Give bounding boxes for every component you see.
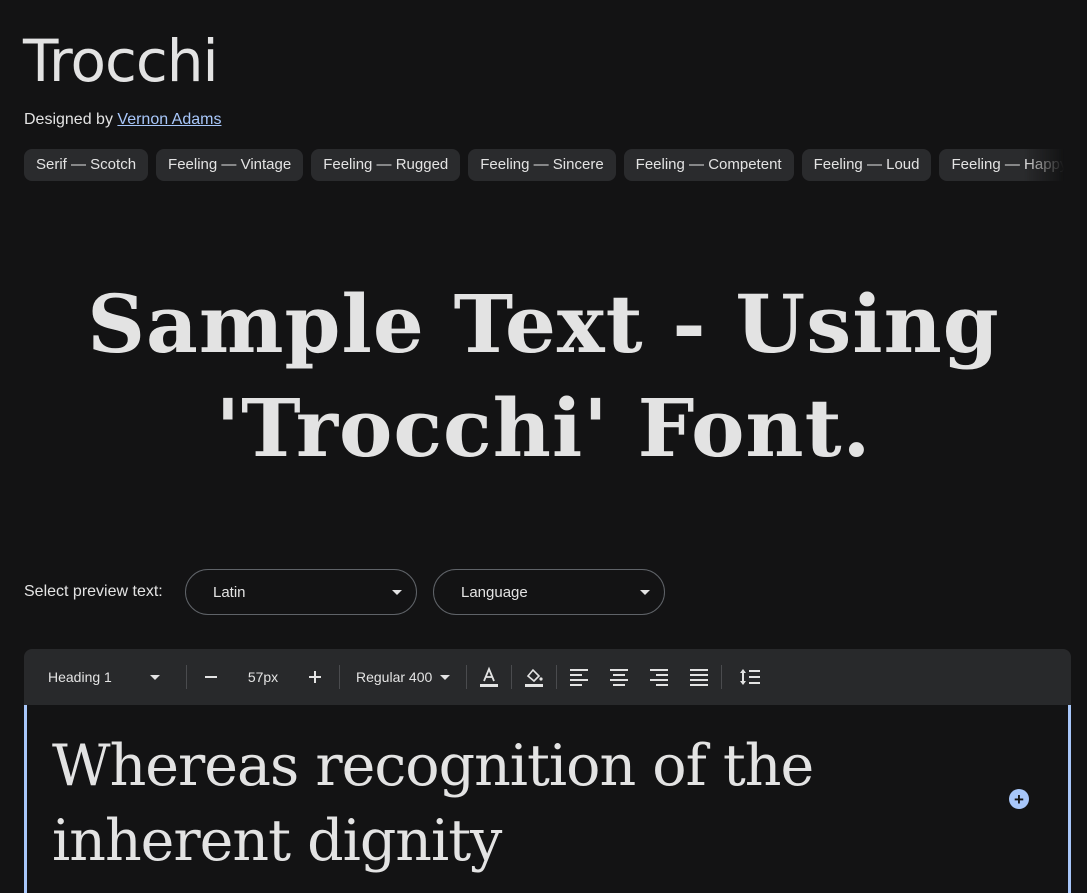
divider bbox=[556, 665, 558, 689]
sample-line: Sample Text - Using bbox=[87, 277, 1000, 371]
align-right-button[interactable] bbox=[639, 657, 679, 697]
plus-icon bbox=[309, 671, 321, 683]
editor-line: inherent dignity bbox=[52, 808, 502, 874]
editor-toolbar: Heading 1 57px Regular 400 bbox=[24, 649, 1071, 705]
designer-line: Designed by Vernon Adams bbox=[24, 111, 221, 129]
align-left-icon bbox=[570, 669, 589, 686]
minus-icon bbox=[205, 676, 217, 678]
style-value: Heading 1 bbox=[48, 669, 112, 685]
weight-value: Regular 400 bbox=[356, 669, 433, 685]
language-select[interactable]: Language bbox=[433, 569, 665, 615]
align-center-icon bbox=[610, 669, 629, 686]
align-left-button[interactable] bbox=[559, 657, 599, 697]
divider bbox=[721, 665, 723, 689]
script-select[interactable]: Latin bbox=[185, 569, 417, 615]
editor-line: Whereas recognition of the bbox=[52, 733, 814, 799]
chevron-down-icon bbox=[440, 674, 451, 680]
tag-chip[interactable]: Feeling — Rugged bbox=[311, 149, 461, 181]
tag-chip[interactable]: Serif — Scotch bbox=[24, 149, 149, 181]
tag-chip[interactable]: Feeling — Sincere bbox=[468, 149, 616, 181]
divider bbox=[466, 665, 468, 689]
sample-line: 'Trocchi' Font. bbox=[215, 381, 872, 475]
divider bbox=[511, 665, 513, 689]
chevron-down-icon bbox=[150, 674, 160, 680]
weight-dropdown[interactable]: Regular 400 bbox=[342, 649, 464, 705]
fill-color-icon bbox=[525, 668, 544, 687]
decrease-size-button[interactable] bbox=[189, 657, 233, 697]
designer-link[interactable]: Vernon Adams bbox=[117, 111, 221, 128]
preview-editor[interactable]: Whereas recognition of the inherent dign… bbox=[24, 705, 1071, 893]
chevron-down-icon bbox=[392, 589, 402, 595]
tag-chip[interactable]: Feeling — Loud bbox=[801, 149, 932, 181]
align-justify-button[interactable] bbox=[679, 657, 719, 697]
align-right-icon bbox=[650, 669, 669, 686]
text-color-button[interactable] bbox=[469, 657, 509, 697]
editor-text[interactable]: Whereas recognition of the inherent dign… bbox=[52, 729, 852, 879]
script-select-value: Latin bbox=[213, 583, 246, 601]
align-justify-icon bbox=[690, 669, 709, 686]
text-color-icon bbox=[480, 666, 499, 687]
line-height-button[interactable] bbox=[724, 657, 776, 697]
line-height-icon bbox=[740, 669, 761, 685]
align-center-button[interactable] bbox=[599, 657, 639, 697]
sample-text-heading: Sample Text - Using 'Trocchi' Font. bbox=[0, 272, 1087, 480]
increase-size-button[interactable] bbox=[293, 657, 337, 697]
fill-color-button[interactable] bbox=[514, 657, 554, 697]
tag-chip[interactable]: Feeling — Vintage bbox=[156, 149, 304, 181]
designed-by-label: Designed by bbox=[24, 111, 113, 128]
tag-chip[interactable]: Feeling — Happy bbox=[939, 149, 1064, 181]
size-value[interactable]: 57px bbox=[233, 649, 293, 705]
tag-list: Serif — Scotch Feeling — Vintage Feeling… bbox=[24, 149, 1064, 182]
tag-chip[interactable]: Feeling — Competent bbox=[623, 149, 794, 181]
language-select-value: Language bbox=[461, 583, 528, 601]
chevron-down-icon bbox=[640, 589, 650, 595]
divider bbox=[186, 665, 187, 689]
style-dropdown[interactable]: Heading 1 bbox=[24, 649, 184, 705]
divider bbox=[339, 665, 340, 689]
add-icon[interactable]: + bbox=[1009, 789, 1029, 809]
preview-text-label: Select preview text: bbox=[24, 583, 163, 600]
font-title: Trocchi bbox=[23, 27, 219, 95]
